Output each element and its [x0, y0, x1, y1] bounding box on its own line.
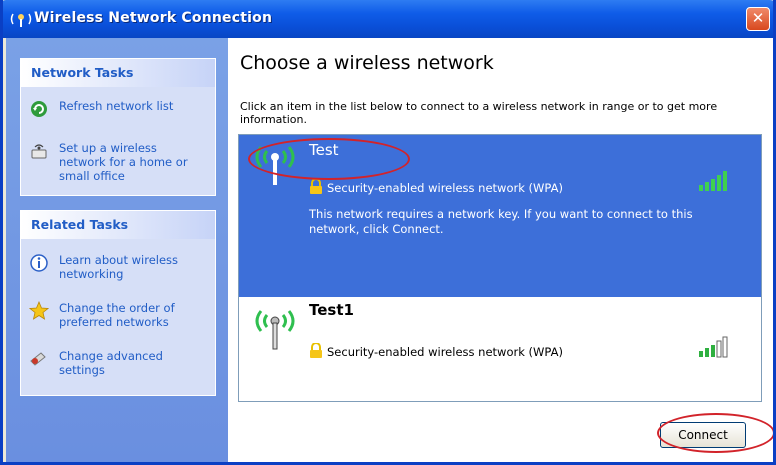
wireless-icon	[10, 13, 32, 27]
setup-wireless-network-link[interactable]: Set up a wireless network for a home or …	[29, 141, 209, 183]
window-title: Wireless Network Connection	[34, 10, 273, 26]
network-list[interactable]: Test Security-enabled wireless network (…	[238, 134, 762, 402]
network-name: Test	[309, 141, 339, 159]
star-icon	[29, 301, 49, 320]
wireless-antenna-icon	[255, 310, 295, 350]
change-advanced-settings-label: Change advanced settings	[59, 349, 163, 377]
instructions-text: Click an item in the list below to conne…	[240, 100, 718, 126]
wireless-network-connection-window: Wireless Network Connection ✕ Network Ta…	[0, 0, 776, 465]
setup-wireless-network-label: Set up a wireless network for a home or …	[59, 141, 188, 183]
signal-strength-icon	[699, 171, 727, 191]
network-tasks-header[interactable]: Network Tasks	[21, 59, 215, 87]
learn-about-wireless-label: Learn about wireless networking	[59, 253, 179, 281]
page-title: Choose a wireless network	[240, 52, 494, 74]
info-icon	[30, 254, 48, 272]
close-icon: ✕	[751, 9, 765, 27]
setup-wireless-icon	[31, 144, 47, 159]
task-sidebar: Network Tasks Refresh network list Set u…	[6, 38, 228, 462]
network-tasks-panel: Network Tasks Refresh network list Set u…	[20, 58, 216, 196]
network-item-test[interactable]: Test Security-enabled wireless network (…	[239, 135, 761, 297]
network-name: Test1	[309, 301, 354, 319]
related-tasks-panel: Related Tasks Learn about wireless netwo…	[20, 210, 216, 396]
related-tasks-header[interactable]: Related Tasks	[21, 211, 215, 239]
change-network-order-label: Change the order of preferred networks	[59, 301, 175, 329]
wireless-antenna-icon	[255, 146, 295, 185]
lock-icon	[310, 179, 322, 194]
connect-button[interactable]: Connect	[660, 422, 746, 448]
network-security: Security-enabled wireless network (WPA)	[327, 345, 563, 359]
title-bar[interactable]: Wireless Network Connection ✕	[3, 0, 773, 38]
refresh-network-list-label: Refresh network list	[59, 99, 174, 113]
signal-strength-icon	[699, 336, 728, 358]
lock-icon	[310, 343, 322, 358]
settings-icon	[30, 352, 46, 366]
network-description: This network requires a network key. If …	[309, 207, 693, 236]
network-security: Security-enabled wireless network (WPA)	[327, 181, 563, 195]
close-button[interactable]: ✕	[746, 7, 770, 31]
network-item-test1[interactable]: Test1 Security-enabled wireless network …	[239, 297, 761, 359]
main-content: Choose a wireless network Click an item …	[228, 38, 773, 462]
refresh-icon	[31, 101, 47, 117]
